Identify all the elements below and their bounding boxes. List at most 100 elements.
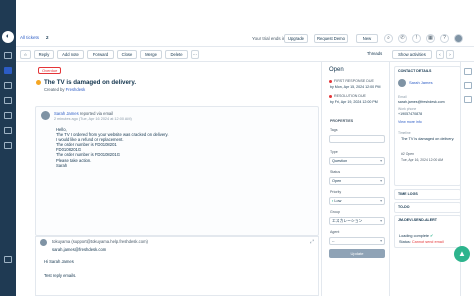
contacts-icon[interactable] xyxy=(4,82,12,89)
app: ◐ All tickets 2 Your trial ends in 14 da… xyxy=(0,0,474,296)
avatar[interactable] xyxy=(454,34,463,43)
apps-icon[interactable]: ▦ xyxy=(426,34,435,43)
delete-button[interactable]: Delete xyxy=(165,50,188,59)
breadcrumb-all-tickets[interactable]: All tickets xyxy=(20,35,39,40)
priority-select[interactable]: ▪ Low ▾ xyxy=(329,197,385,205)
tags-label: Tags xyxy=(330,128,338,132)
reply-greeting[interactable]: Hi Sarah James xyxy=(44,259,74,264)
ticket-status-dot xyxy=(36,80,41,85)
resolution-due: by Fri, Apr 19, 2024 12:00 PM xyxy=(330,100,378,104)
upgrade-button[interactable]: Upgrade xyxy=(284,34,308,43)
ticket-properties: Open FIRST RESPONSE DUE by Mon, Apr 15, … xyxy=(321,62,389,296)
reply-to-value[interactable]: sarah.james@freshdesk.com xyxy=(52,247,106,252)
left-nav-rail: ◐ xyxy=(0,0,16,296)
status-label: Status xyxy=(330,170,341,174)
avatar xyxy=(41,111,50,120)
avatar xyxy=(40,239,47,246)
type-select[interactable]: Question ▾ xyxy=(329,157,385,165)
group-select[interactable]: エスカレーション ▾ xyxy=(329,217,385,225)
solutions-icon[interactable] xyxy=(4,97,12,104)
timeline-item[interactable]: The TV is damaged on delivery. xyxy=(401,137,459,142)
reply-from-value[interactable]: tokuyama (support@tokuyama.help.freshdes… xyxy=(52,239,148,244)
message-time: 2 minutes ago (Tue, Apr 16 2024 at 12:00… xyxy=(54,117,132,121)
close-button[interactable]: Close xyxy=(117,50,137,59)
phone-icon[interactable]: ✆ xyxy=(398,34,407,43)
show-activities-button[interactable]: Show activities xyxy=(392,50,432,59)
loading-text: Loading complete xyxy=(399,234,429,238)
search-icon[interactable]: ⌕ xyxy=(384,34,393,43)
view-more-link[interactable]: View more info xyxy=(398,120,422,124)
reports-icon[interactable] xyxy=(4,112,12,119)
update-button[interactable]: Update xyxy=(329,249,385,258)
author-name[interactable]: Sarah James xyxy=(54,111,79,116)
alert-status-label: Status: xyxy=(399,240,411,244)
next-ticket-button[interactable]: › xyxy=(446,50,454,59)
more-button[interactable]: ⋯ xyxy=(191,50,199,59)
reply-text[interactable]: Test reply emails. xyxy=(44,273,76,278)
forward-button[interactable]: Forward xyxy=(87,50,114,59)
contact-email: sarah.james@freshdesk.com xyxy=(398,100,445,104)
forums-icon[interactable] xyxy=(4,127,12,134)
resolution-dot xyxy=(329,95,332,98)
properties-section: PROPERTIES xyxy=(330,119,354,123)
todo-card[interactable]: TO-DO xyxy=(394,202,461,213)
todo-header: TO-DO xyxy=(398,205,410,209)
new-button[interactable]: New xyxy=(356,34,378,43)
customer-message: Sarah James reported via email 2 minutes… xyxy=(35,106,319,236)
message-author: Sarah James reported via email xyxy=(54,111,113,116)
ticket-subject: The TV is damaged on delivery. xyxy=(44,79,137,86)
contact-phone: +19057470878 xyxy=(398,112,423,116)
contact-panel-icon[interactable] xyxy=(464,68,472,75)
reply-to: sarah.james@freshdesk.com xyxy=(52,247,106,252)
admin-icon[interactable] xyxy=(4,142,12,149)
group-value: エスカレーション xyxy=(332,219,363,223)
type-value: Question xyxy=(332,159,348,163)
phone-label: Work phone xyxy=(398,107,417,111)
tickets-icon[interactable] xyxy=(4,67,12,74)
freddy-ai-button[interactable]: ▲ xyxy=(454,246,470,262)
ticket-count: 2 xyxy=(46,35,49,40)
conversation-pane: Overdue The TV is damaged on delivery. C… xyxy=(16,62,321,296)
first-response-due: by Mon, Apr 15, 2024 12:00 PM xyxy=(330,85,381,89)
avatar xyxy=(398,79,406,87)
tags-input[interactable] xyxy=(329,135,385,143)
ticket-toolbar: ☆ Reply Add note Forward Close Merge Del… xyxy=(16,48,474,62)
status-heading: Open xyxy=(329,67,344,73)
resolution-label: RESOLUTION DUE xyxy=(334,94,366,98)
created-by-link[interactable]: Freshdesk xyxy=(66,87,86,92)
merge-button[interactable]: Merge xyxy=(140,50,162,59)
request-demo-button[interactable]: Request Demo xyxy=(314,34,348,43)
created-by-prefix: Created by xyxy=(44,87,65,92)
apps-panel-icon[interactable] xyxy=(464,96,472,103)
reported-via: reported via email xyxy=(79,111,114,116)
timeline-panel-icon[interactable] xyxy=(464,82,472,89)
agent-label: Agent xyxy=(330,230,340,234)
contact-sidebar: CONTACT DETAILS Sarah James Email sarah.… xyxy=(389,62,461,296)
status-select[interactable]: Open ▾ xyxy=(329,177,385,185)
loading-status: Loading complete ✔ xyxy=(399,233,433,238)
threads-toggle[interactable]: Threads xyxy=(361,50,388,59)
agent-select[interactable]: -- ▾ xyxy=(329,237,385,245)
help-icon[interactable]: ? xyxy=(440,34,449,43)
devi-alert-card: JM-DEVI-SEND-ALERT Loading complete ✔ St… xyxy=(394,215,461,248)
reply-button[interactable]: Reply xyxy=(34,50,54,59)
add-note-button[interactable]: Add note xyxy=(57,50,84,59)
time-logs-card[interactable]: TIME LOGS xyxy=(394,189,461,200)
expand-icon[interactable]: ⤢ xyxy=(310,239,314,245)
star-button[interactable]: ☆ xyxy=(20,50,31,59)
freshdesk-logo-icon[interactable]: ◐ xyxy=(2,31,14,43)
type-label: Type xyxy=(330,150,338,154)
status-value: Open xyxy=(332,179,342,183)
chevron-down-icon: ▾ xyxy=(380,219,382,223)
dashboard-icon[interactable] xyxy=(4,52,12,59)
top-bar: All tickets 2 Your trial ends in 14 days… xyxy=(16,30,474,47)
priority-label: Priority xyxy=(330,190,342,194)
chevron-down-icon: ▾ xyxy=(380,179,382,183)
prev-ticket-button[interactable]: ‹ xyxy=(436,50,444,59)
alert-status-value: Cannot send email xyxy=(411,240,444,244)
reply-editor[interactable]: tokuyama (support@tokuyama.help.freshdes… xyxy=(35,236,319,296)
bell-icon[interactable]: ! xyxy=(412,34,421,43)
timeline-label: Timeline xyxy=(398,131,411,135)
chat-icon[interactable] xyxy=(4,256,12,263)
contact-name[interactable]: Sarah James xyxy=(409,80,433,85)
